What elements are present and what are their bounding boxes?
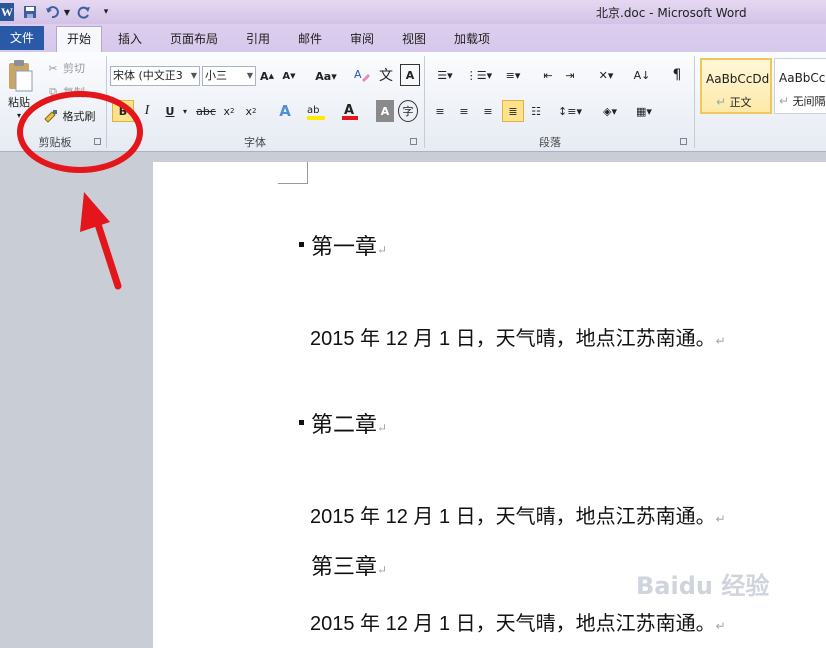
italic-button[interactable]: I xyxy=(138,100,156,122)
show-formatting-icon[interactable]: ¶ xyxy=(668,64,686,86)
font-group-label: 字体 xyxy=(244,136,266,149)
svg-text:ab: ab xyxy=(307,105,319,116)
clipboard-launcher-icon[interactable] xyxy=(94,138,101,145)
paragraph-group-label: 段落 xyxy=(539,136,561,149)
numbering-icon[interactable]: ⋮☰▾ xyxy=(464,64,494,86)
font-color-icon[interactable]: A xyxy=(338,100,362,122)
shrink-font-icon[interactable]: A ▼ xyxy=(280,66,298,86)
format-painter-button[interactable]: 格式刷 xyxy=(60,108,98,124)
tab-file[interactable]: 文件 xyxy=(0,26,44,50)
superscript-button[interactable]: x2 xyxy=(242,100,260,122)
paragraph-launcher-icon[interactable] xyxy=(680,138,687,145)
paste-dropdown-icon[interactable]: ▾ xyxy=(12,110,26,120)
style-name: ↵ 正文 xyxy=(716,95,752,109)
tab-insert[interactable]: 插入 xyxy=(112,28,148,52)
style-name: ↵ 无间隔 xyxy=(779,94,826,108)
title-bar: W ▼ ▾ 北京.doc - Microsoft Word xyxy=(0,0,826,24)
phonetic-guide-icon[interactable]: 文 xyxy=(376,64,396,86)
customize-toolbar-icon[interactable]: ▾ xyxy=(100,3,112,21)
enclose-characters-icon[interactable]: 字 xyxy=(398,100,418,122)
style-no-spacing[interactable]: AaBbCcD ↵ 无间隔 xyxy=(774,58,826,114)
align-left-icon[interactable]: ≡ xyxy=(430,100,450,122)
ribbon: 粘贴 ▾ ✂ 剪切 ⧉ 复制 格式刷 剪贴板 宋体 (中文正3 ▼ 小三 ▼ A ▲ … xyxy=(0,52,826,152)
font-name-combo[interactable]: 宋体 (中文正3 ▼ xyxy=(110,66,200,86)
body-line-1[interactable]: 2015 年 12 月 1 日，天气晴，地点江苏南通。↵ xyxy=(310,322,726,351)
tab-home[interactable]: 开始 xyxy=(56,26,102,52)
clear-formatting-icon[interactable]: A xyxy=(352,64,372,86)
chevron-down-icon: ▼ xyxy=(246,71,253,80)
underline-dropdown-icon[interactable]: ▾ xyxy=(180,100,190,122)
align-right-icon[interactable]: ≡ xyxy=(478,100,498,122)
chevron-down-icon: ▼ xyxy=(190,71,197,80)
body-line-3[interactable]: 2015 年 12 月 1 日，天气晴，地点江苏南通。↵ xyxy=(310,607,726,636)
clipboard-group-label: 剪贴板 xyxy=(38,136,72,149)
tab-review[interactable]: 审阅 xyxy=(344,28,380,52)
chinese-layout-icon[interactable]: ✕▾ xyxy=(592,64,620,86)
format-painter-icon xyxy=(42,108,60,124)
window-title: 北京.doc - Microsoft Word xyxy=(596,6,747,20)
undo-dropdown-icon[interactable]: ▼ xyxy=(62,3,72,21)
borders-icon[interactable]: ▦▾ xyxy=(630,100,658,122)
tab-view[interactable]: 视图 xyxy=(396,28,432,52)
distributed-icon[interactable]: ☷ xyxy=(526,100,546,122)
tab-addins[interactable]: 加载项 xyxy=(448,28,496,52)
shading-bucket-icon[interactable]: ◈▾ xyxy=(596,100,624,122)
font-name-value: 宋体 (中文正3 xyxy=(113,69,183,82)
justify-icon[interactable]: ≣ xyxy=(502,100,524,122)
multilevel-list-icon[interactable]: ≡▾ xyxy=(498,64,528,86)
save-icon[interactable] xyxy=(22,3,38,21)
baidu-watermark: Baidu 经验 xyxy=(636,572,770,600)
redo-icon[interactable] xyxy=(76,3,92,21)
strikethrough-button[interactable]: abc xyxy=(194,100,218,122)
svg-text:A: A xyxy=(344,103,354,118)
style-sample: AaBbCcD xyxy=(779,71,826,85)
cut-button[interactable]: 剪切 xyxy=(60,60,88,76)
heading-bullet xyxy=(299,242,304,247)
style-sample: AaBbCcDd xyxy=(706,72,770,86)
ribbon-tabs: 文件 开始 插入 页面布局 引用 邮件 审阅 视图 加载项 xyxy=(0,24,826,52)
word-app-icon[interactable]: W xyxy=(0,3,14,21)
tab-mailings[interactable]: 邮件 xyxy=(292,28,328,52)
group-divider xyxy=(106,56,107,148)
heading-chapter-2[interactable]: 第二章↵ xyxy=(311,407,387,439)
paste-icon[interactable] xyxy=(4,56,36,96)
character-border-icon[interactable]: A xyxy=(400,64,420,86)
bullets-icon[interactable]: ☰▾ xyxy=(430,64,460,86)
svg-text:A: A xyxy=(354,68,362,81)
heading-chapter-3[interactable]: 第三章↵ xyxy=(311,549,387,581)
copy-button[interactable]: 复制 xyxy=(60,84,88,100)
group-divider xyxy=(694,56,695,148)
group-divider xyxy=(424,56,425,148)
document-background xyxy=(0,153,153,648)
increase-indent-icon[interactable]: ⇥ xyxy=(560,64,580,86)
paste-button[interactable]: 粘贴 xyxy=(3,94,35,110)
character-shading-icon[interactable]: A xyxy=(376,100,394,122)
sort-icon[interactable]: A↓ xyxy=(632,64,652,86)
body-line-2[interactable]: 2015 年 12 月 1 日，天气晴，地点江苏南通。↵ xyxy=(310,500,726,529)
tab-references[interactable]: 引用 xyxy=(240,28,276,52)
underline-button[interactable]: U xyxy=(162,100,178,122)
highlight-icon[interactable]: ab xyxy=(304,100,328,122)
font-launcher-icon[interactable] xyxy=(410,138,417,145)
change-case-icon[interactable]: Aa▾ xyxy=(312,66,340,86)
decrease-indent-icon[interactable]: ⇤ xyxy=(538,64,558,86)
grow-font-icon[interactable]: A ▲ xyxy=(258,66,276,86)
font-size-combo[interactable]: 小三 ▼ xyxy=(202,66,256,86)
undo-icon[interactable] xyxy=(44,3,60,21)
bold-button[interactable]: B xyxy=(112,100,134,122)
font-size-value: 小三 xyxy=(205,69,227,82)
tab-page-layout[interactable]: 页面布局 xyxy=(164,28,224,52)
heading-bullet xyxy=(299,420,304,425)
subscript-button[interactable]: x2 xyxy=(220,100,238,122)
page-corner-mark xyxy=(278,162,308,184)
text-effects-icon[interactable]: A xyxy=(274,100,296,122)
align-center-icon[interactable]: ≡ xyxy=(454,100,474,122)
heading-chapter-1[interactable]: 第一章↵ xyxy=(311,229,387,261)
style-normal[interactable]: AaBbCcDd ↵ 正文 xyxy=(700,58,772,114)
line-spacing-icon[interactable]: ↕≡▾ xyxy=(556,100,584,122)
